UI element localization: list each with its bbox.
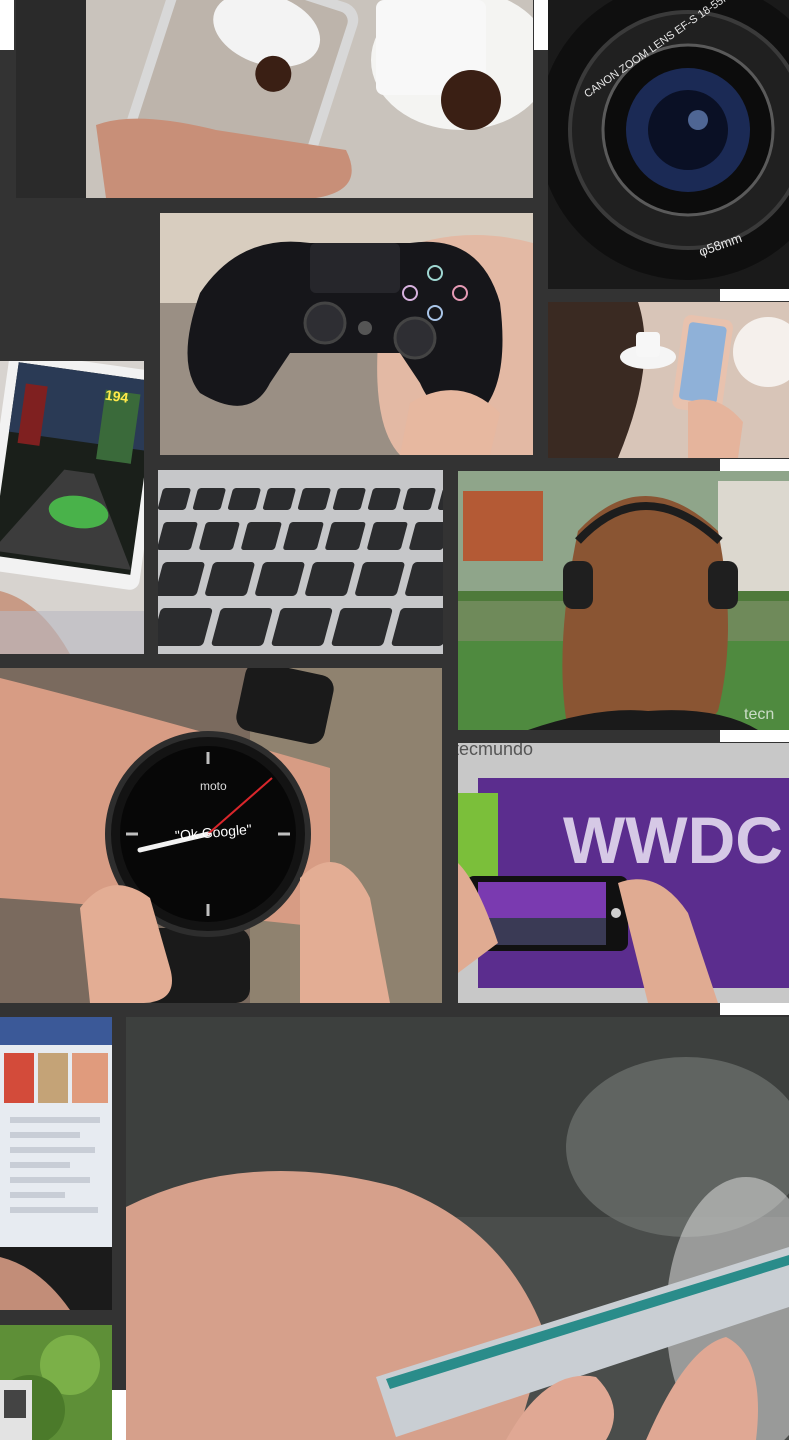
- game-speed-text: 194: [104, 387, 130, 406]
- edge-strip-bottom-left: [112, 1390, 126, 1440]
- edge-strip-right-2: [720, 459, 789, 471]
- photo-phone-coffee: [16, 0, 533, 198]
- photo-laptop-keyboard: [158, 470, 443, 654]
- edge-strip-top-left: [0, 0, 14, 50]
- photo-phone-edge-hand: [126, 1017, 789, 1440]
- edge-strip-right-1: [720, 289, 789, 301]
- photo-wwdc: WWDC tecmundo: [458, 743, 789, 1003]
- photo-racing-game: 194: [0, 361, 144, 654]
- photo-game-controller: [160, 213, 533, 455]
- edge-strip-right-3: [720, 730, 789, 742]
- watch-brand-text: moto: [200, 779, 227, 793]
- photo-phone-edge-coffee: [548, 302, 789, 458]
- edge-strip-right-4: [720, 1003, 789, 1015]
- photo-action-camera: [0, 1325, 112, 1440]
- edge-strip-top-mid: [534, 0, 548, 50]
- photo-laptop-browser: [0, 1017, 112, 1310]
- headphones-watermark: tecn: [744, 706, 774, 723]
- photo-smartwatch: moto "Ok Google": [0, 668, 442, 1003]
- wwdc-sign-text: WWDC: [563, 803, 783, 877]
- photo-camera-lens: CANON ZOOM LENS EF-S 18-55mm 1:3.5-5.6 I…: [548, 0, 789, 289]
- wwdc-watermark: tecmundo: [458, 743, 533, 759]
- photo-headphones: tecn: [458, 471, 789, 730]
